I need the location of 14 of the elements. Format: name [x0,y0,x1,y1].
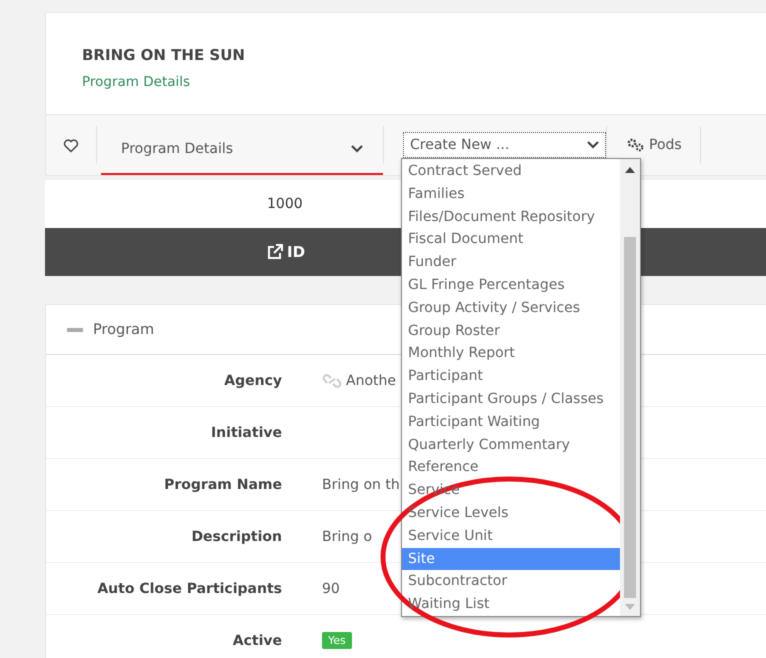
field-value: Bring o [322,528,372,544]
field-label: Active [232,632,282,648]
field-label: Program Name [164,476,282,492]
status-badge: Yes [322,632,352,649]
field-value: Bring on th [322,476,400,492]
field-value: Anothe [346,372,396,388]
field-label: Description [191,528,282,544]
page-subtitle: Program Details [82,74,192,90]
field-label: Initiative [210,424,282,440]
field-value: 90 [322,580,340,596]
field-label: Agency [224,372,282,388]
program-title: BRING ON THE SUN [82,46,246,64]
record-number: 1000 [267,196,303,212]
field-label: Auto Close Participants [97,580,282,596]
